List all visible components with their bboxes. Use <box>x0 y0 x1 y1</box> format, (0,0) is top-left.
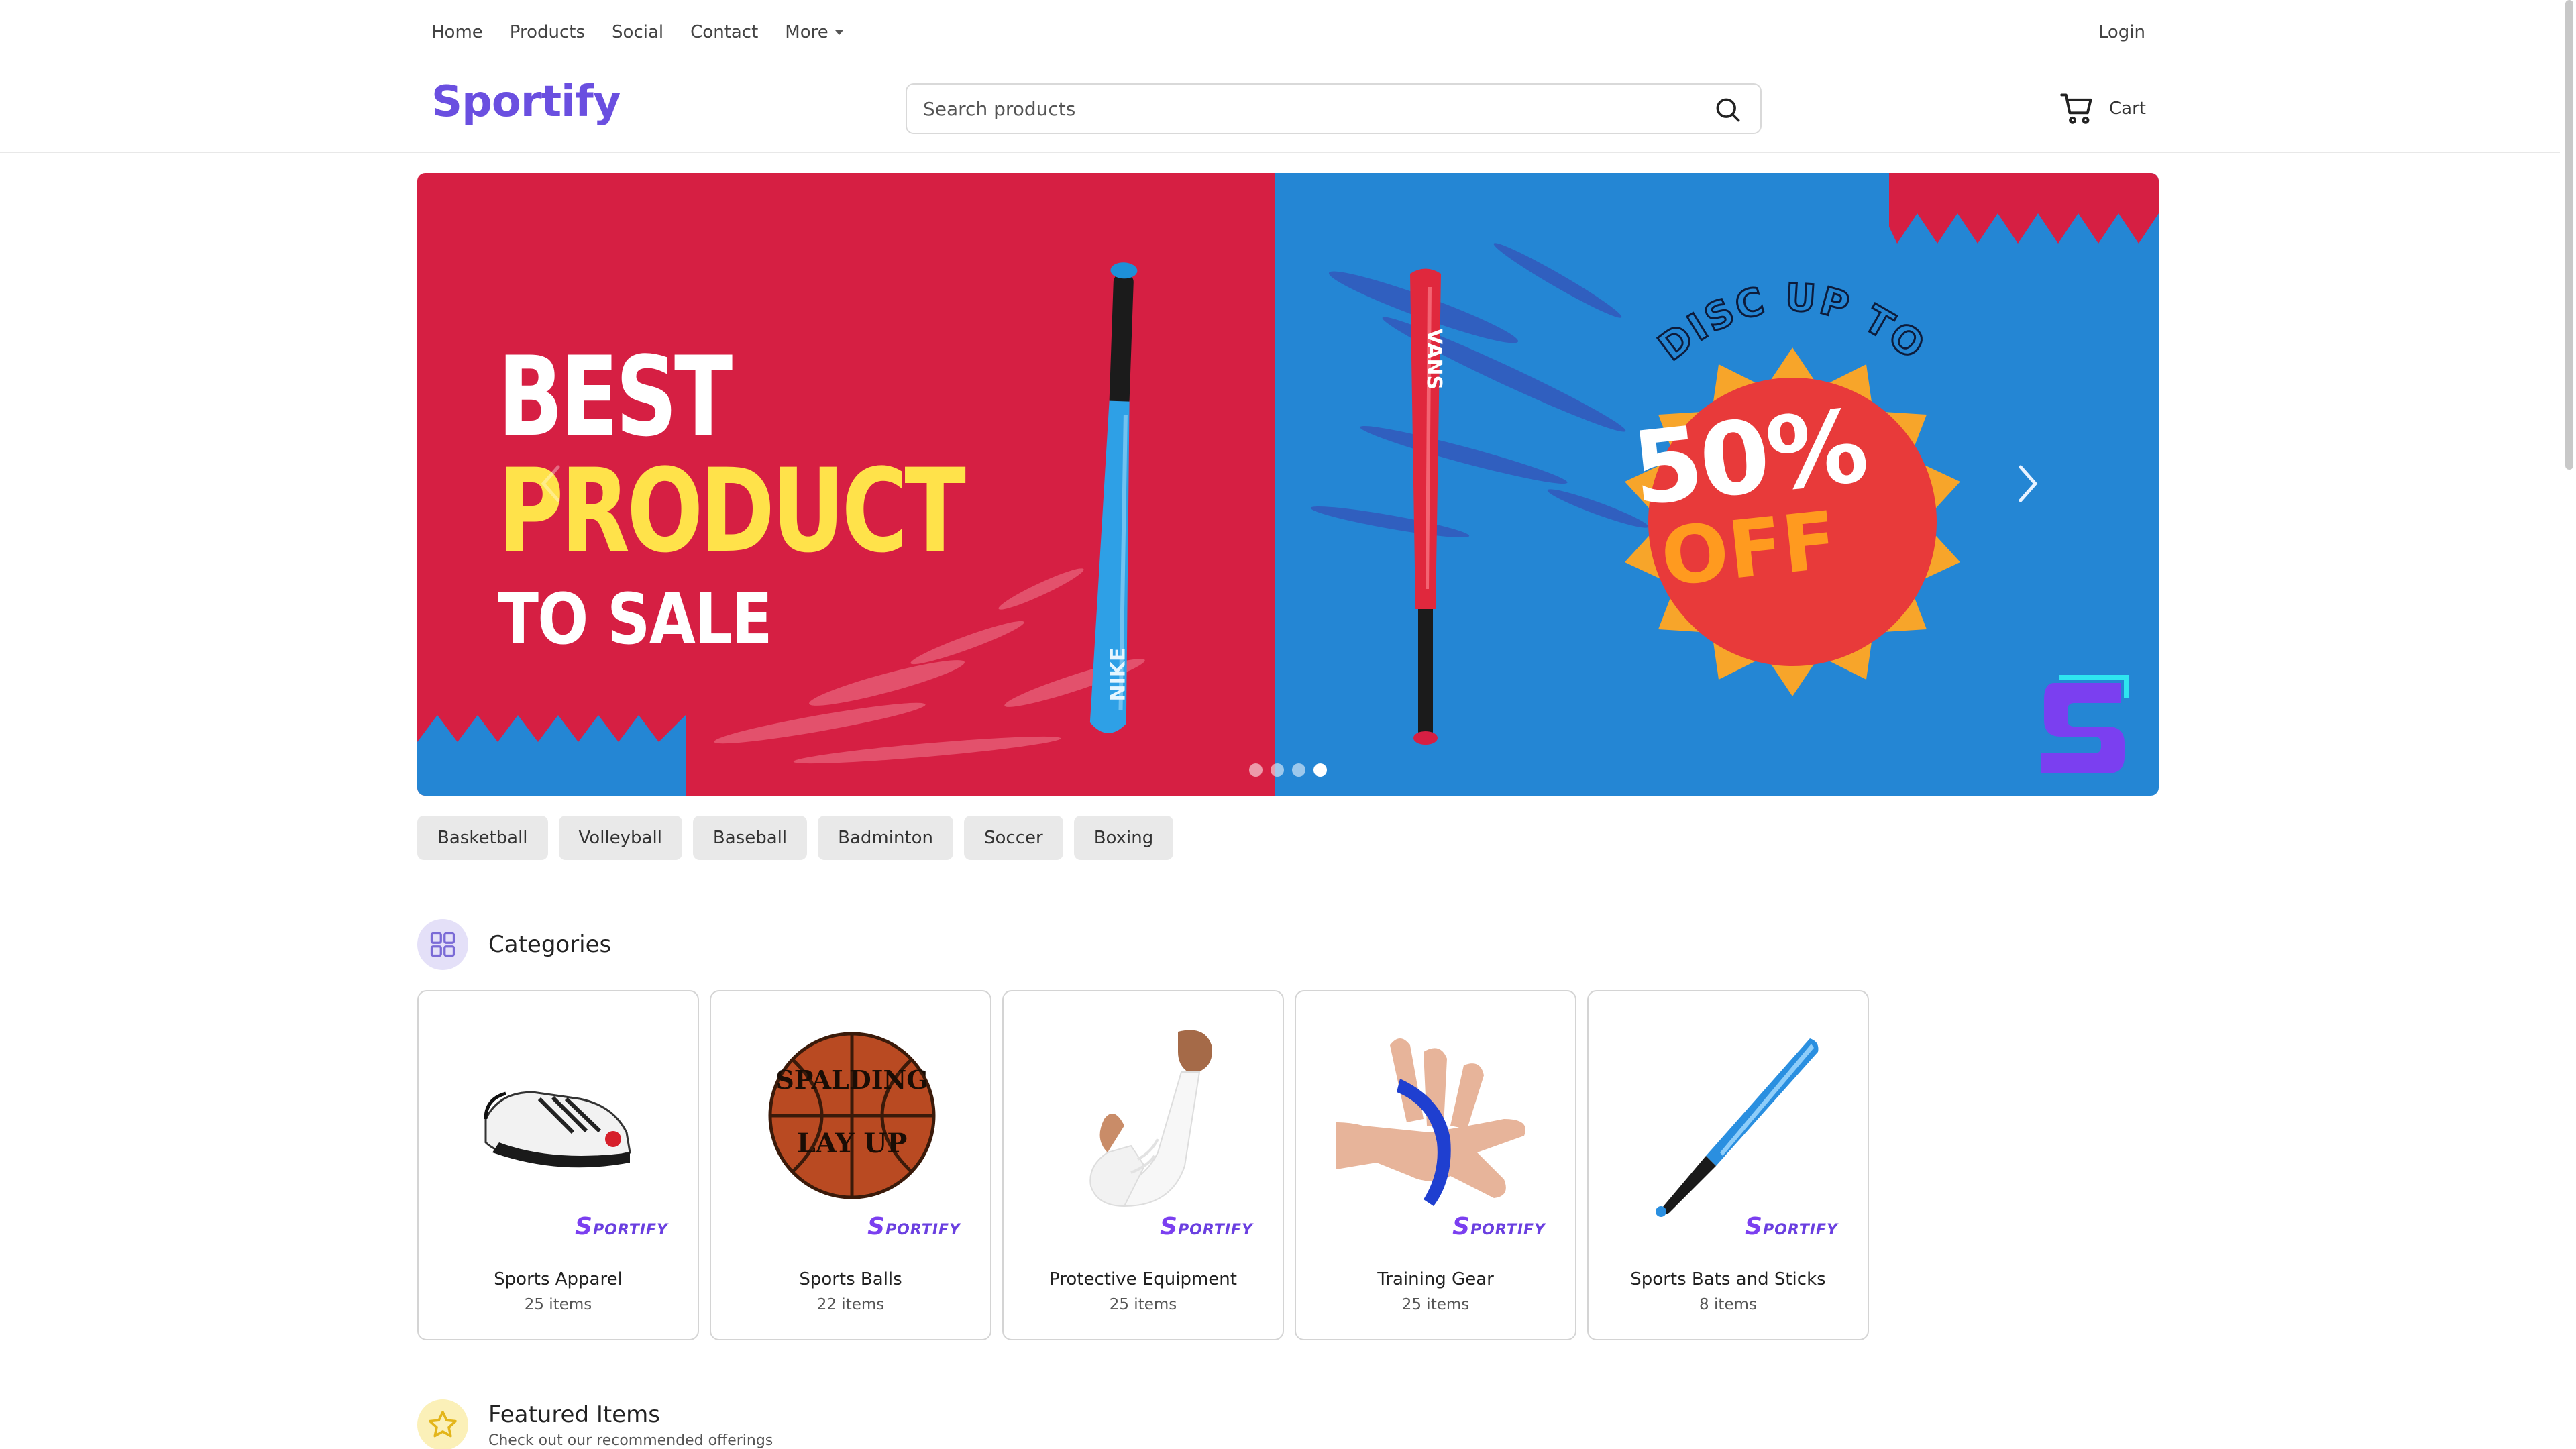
chip-soccer[interactable]: Soccer <box>964 816 1063 860</box>
category-card-sports-bats-and-sticks[interactable]: SPORTIFY Sports Bats and Sticks 8 items <box>1587 990 1869 1340</box>
sportify-brand-mark: SPORTIFY <box>1160 1213 1253 1240</box>
chip-volleyball[interactable]: Volleyball <box>558 816 682 860</box>
login-link[interactable]: Login <box>2098 19 2145 46</box>
category-count: 25 items <box>1401 1296 1470 1313</box>
chevron-down-icon <box>835 30 843 35</box>
category-count: 22 items <box>816 1296 885 1313</box>
category-card-sports-balls[interactable]: SPALDING LAY UP SPORTIFY Sports Balls 22… <box>710 990 991 1340</box>
featured-subtitle: Check out our recommended offerings <box>488 1432 773 1449</box>
category-count: 8 items <box>1699 1296 1757 1313</box>
sportify-brand-mark: SPORTIFY <box>1452 1213 1546 1240</box>
hero-carousel[interactable]: BEST PRODUCT TO SALE DISC UP TO 50% OFF … <box>417 173 2159 796</box>
svg-text:LAY UP: LAY UP <box>797 1128 908 1159</box>
search-icon[interactable] <box>1713 95 1743 125</box>
featured-header: Featured Items Check out our recommended… <box>417 1399 773 1449</box>
sportify-brand-mark: SPORTIFY <box>1745 1213 1838 1240</box>
sportify-brand-mark: SPORTIFY <box>867 1213 961 1240</box>
category-card-sports-apparel[interactable]: SPORTIFY Sports Apparel 25 items <box>417 990 699 1340</box>
bat-brand-nike: NIKE <box>1106 647 1130 702</box>
discount-off-label: OFF <box>1656 493 1841 604</box>
grid-icon <box>417 919 468 970</box>
hero-line-best: BEST <box>498 333 733 461</box>
cycling-shoe-icon <box>484 1091 631 1168</box>
sportify-brand-mark: SPORTIFY <box>575 1213 668 1240</box>
category-name: Training Gear <box>1377 1269 1494 1289</box>
arm-sleeve-icon <box>1089 1030 1212 1208</box>
category-name: Protective Equipment <box>1049 1269 1237 1289</box>
category-cards: SPORTIFY Sports Apparel 25 items SPALDIN… <box>417 990 1880 1340</box>
search-bar <box>906 83 1762 134</box>
cart-icon <box>2060 93 2092 124</box>
carousel-next-arrow-icon[interactable] <box>2007 453 2047 514</box>
category-card-protective-equipment[interactable]: SPORTIFY Protective Equipment 25 items <box>1002 990 1284 1340</box>
category-name: Sports Apparel <box>494 1269 623 1289</box>
bat-brand-vans: VANS <box>1422 328 1446 390</box>
cart-button[interactable]: Cart <box>2059 87 2146 130</box>
finger-trainer-icon <box>1336 1025 1538 1213</box>
basketball-icon: SPALDING LAY UP <box>768 1032 936 1199</box>
nav-more-dropdown[interactable]: More <box>785 22 843 42</box>
sport-filter-chips: Basketball Volleyball Baseball Badminton… <box>417 816 1184 860</box>
cart-label: Cart <box>2109 99 2146 119</box>
site-logo[interactable]: Sportify <box>431 77 621 127</box>
category-card-training-gear[interactable]: SPORTIFY Training Gear 25 items <box>1295 990 1576 1340</box>
carousel-indicators <box>1249 763 1335 777</box>
chip-badminton[interactable]: Badminton <box>818 816 954 860</box>
top-nav: Home Products Social Contact More <box>431 19 870 46</box>
carousel-prev-arrow-icon[interactable] <box>531 453 572 514</box>
baseball-bat-icon <box>1656 1038 1819 1217</box>
site-header: Sportify Cart <box>0 67 2560 153</box>
featured-title: Featured Items <box>488 1401 660 1428</box>
carousel-dot-1[interactable] <box>1249 763 1263 777</box>
carousel-dot-4[interactable] <box>1313 763 1327 777</box>
nav-more-label: More <box>785 22 828 42</box>
carousel-dot-3[interactable] <box>1292 763 1305 777</box>
star-icon <box>417 1399 468 1449</box>
category-name: Sports Bats and Sticks <box>1630 1269 1826 1289</box>
chip-boxing[interactable]: Boxing <box>1073 816 1174 860</box>
category-name: Sports Balls <box>799 1269 902 1289</box>
nav-products[interactable]: Products <box>510 22 585 42</box>
categories-title: Categories <box>488 931 612 958</box>
categories-header: Categories <box>417 919 611 970</box>
svg-text:SPALDING: SPALDING <box>775 1065 928 1095</box>
category-count: 25 items <box>524 1296 592 1313</box>
chip-basketball[interactable]: Basketball <box>417 816 548 860</box>
discount-badge: 50% OFF <box>1621 354 1876 663</box>
nav-contact[interactable]: Contact <box>690 22 758 42</box>
carousel-dot-2[interactable] <box>1271 763 1284 777</box>
nav-social[interactable]: Social <box>612 22 663 42</box>
chip-baseball[interactable]: Baseball <box>692 816 808 860</box>
page-scrollbar[interactable] <box>2565 0 2573 470</box>
category-count: 25 items <box>1109 1296 1177 1313</box>
nav-home[interactable]: Home <box>431 22 483 42</box>
hero-headline: BEST PRODUCT TO SALE <box>498 341 1094 669</box>
hero-line-sale: TO SALE <box>498 578 773 660</box>
search-input[interactable] <box>923 85 1695 133</box>
